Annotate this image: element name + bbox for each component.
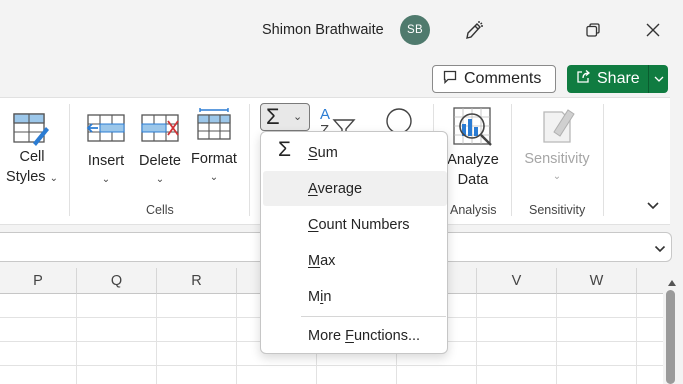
analyze-data-button[interactable]: Analyze Data — [444, 106, 502, 196]
sum-label: um — [317, 144, 338, 161]
menu-item-more-functions[interactable]: More Functions... — [263, 318, 447, 353]
ribbon-separator — [511, 104, 512, 216]
designer-icon[interactable] — [458, 14, 490, 46]
avatar[interactable]: SB — [400, 15, 430, 45]
average-accelerator: A — [308, 180, 318, 197]
sensitivity-button[interactable]: Sensitivity ⌄ — [520, 106, 594, 196]
share-icon — [576, 69, 591, 89]
ribbon-separator — [603, 104, 604, 216]
cells-group-label: Cells — [146, 203, 174, 217]
share-button[interactable]: Share — [567, 65, 668, 93]
analysis-group-label: Analysis — [450, 203, 497, 217]
title-bar: Shimon Brathwaite SB — [0, 0, 683, 60]
format-label: Format — [191, 151, 237, 167]
delete-button[interactable]: Delete ⌄ — [136, 108, 184, 198]
column-header-w[interactable]: W — [557, 268, 637, 294]
analyze-data-label-2: Data — [457, 172, 489, 188]
share-main[interactable]: Share — [567, 65, 649, 93]
analyze-data-label-1: Analyze — [447, 152, 499, 168]
chevron-down-icon: ⌄ — [209, 172, 219, 183]
comments-button[interactable]: Comments — [432, 65, 556, 93]
column-header-r[interactable]: R — [157, 268, 237, 294]
grid-line — [476, 294, 477, 384]
chevron-down-icon: ⌄ — [49, 173, 58, 184]
sensitivity-label: Sensitivity — [524, 151, 590, 167]
menu-item-average[interactable]: Average — [263, 171, 447, 206]
menu-item-count-numbers[interactable]: Count Numbers — [263, 207, 447, 242]
menu-item-max[interactable]: Max — [263, 243, 447, 278]
close-window-icon[interactable] — [637, 14, 669, 46]
average-label: verage — [317, 180, 363, 197]
column-header-q[interactable]: Q — [77, 268, 157, 294]
chevron-down-icon: ⌄ — [101, 174, 111, 185]
cell-styles-label-2: Styles — [6, 169, 46, 185]
chevron-down-icon: ⌄ — [293, 111, 303, 123]
max-label: ax — [320, 252, 336, 269]
grid-line — [236, 294, 237, 384]
column-header-v[interactable]: V — [477, 268, 557, 294]
sigma-icon: Σ — [266, 104, 280, 129]
comments-label: Comments — [464, 70, 542, 87]
ribbon-separator — [69, 104, 70, 216]
grid-line — [556, 294, 557, 384]
more-functions-accelerator: F — [345, 327, 354, 344]
sigma-icon: Σ — [278, 138, 291, 161]
grid-line — [76, 294, 77, 384]
expand-formula-bar-chevron-icon[interactable] — [654, 241, 666, 259]
insert-label: Insert — [87, 153, 125, 169]
format-cells-icon — [196, 106, 232, 146]
menu-item-min[interactable]: Min — [263, 279, 447, 314]
more-functions-label-end: unctions... — [353, 327, 421, 344]
svg-text:A: A — [320, 106, 330, 123]
restore-window-icon[interactable] — [577, 14, 609, 46]
menu-separator — [301, 316, 446, 317]
cell-styles-icon — [12, 112, 52, 152]
column-header-x[interactable] — [637, 268, 663, 294]
count-accelerator: C — [308, 216, 319, 233]
sum-accelerator: S — [308, 144, 318, 161]
insert-cells-icon — [86, 112, 126, 148]
share-options-chevron-icon[interactable] — [649, 76, 668, 82]
sensitivity-group-label: Sensitivity — [529, 203, 586, 217]
grid-line — [636, 294, 637, 384]
delete-cells-icon — [140, 112, 180, 148]
share-label: Share — [597, 70, 640, 87]
scrollbar-thumb[interactable] — [666, 290, 675, 384]
insert-button[interactable]: Insert ⌄ — [82, 108, 130, 198]
cell-styles-label-1: Cell — [19, 149, 45, 165]
min-label-end: n — [323, 288, 332, 305]
format-button[interactable]: Format ⌄ — [188, 108, 240, 198]
grid-line — [0, 365, 663, 366]
comment-icon — [443, 70, 457, 89]
column-header-p[interactable]: P — [0, 268, 77, 294]
autosum-button[interactable]: Σ ⌄ — [260, 103, 310, 131]
count-numbers-label: ount Numbers — [318, 216, 410, 233]
max-accelerator: M — [308, 252, 321, 269]
chevron-down-icon: ⌄ — [155, 174, 165, 185]
autosum-dropdown-menu: Σ Sum Average Count Numbers Max Min More… — [260, 131, 448, 354]
cell-styles-button[interactable]: Cell Styles ⌄ — [4, 108, 60, 198]
menu-item-sum[interactable]: Σ Sum — [263, 135, 447, 170]
ribbon-expand-chevron-icon[interactable] — [646, 198, 664, 212]
grid-line — [156, 294, 157, 384]
user-name[interactable]: Shimon Brathwaite — [262, 22, 384, 38]
ribbon-separator — [249, 104, 250, 216]
sensitivity-icon — [540, 106, 576, 150]
min-label-start: M — [308, 288, 321, 305]
chevron-down-icon: ⌄ — [552, 171, 562, 182]
delete-label: Delete — [139, 153, 181, 169]
analyze-data-icon — [452, 106, 494, 152]
more-functions-label-start: More — [308, 327, 346, 344]
